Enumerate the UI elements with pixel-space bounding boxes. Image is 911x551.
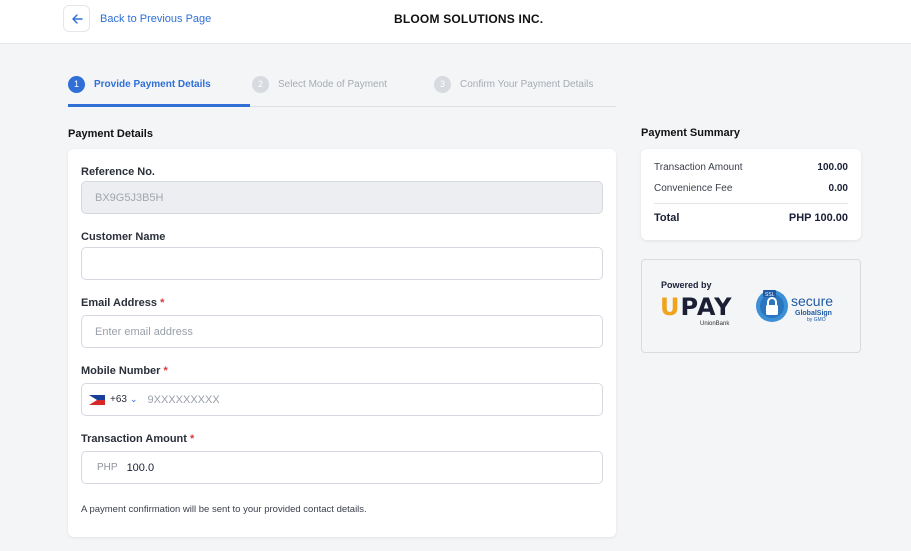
summary-value: 100.00: [817, 162, 848, 173]
email-label-text: Email Address: [81, 297, 158, 309]
total-label: Total: [654, 212, 680, 224]
step-number: 2: [252, 75, 269, 93]
reference-value: BX9G5J3B5H: [95, 191, 164, 204]
upay-logo: UPAY: [660, 293, 733, 321]
globalsign-secure-badge: SSL secure GlobalSign by GMO: [755, 288, 850, 324]
back-button[interactable]: [63, 5, 90, 32]
payment-summary-title: Payment Summary: [641, 127, 741, 139]
confirmation-note: A payment confirmation will be sent to y…: [81, 504, 367, 515]
svg-text:secure: secure: [791, 293, 833, 309]
svg-text:by GMO: by GMO: [807, 317, 826, 323]
top-bar: Back to Previous Page BLOOM SOLUTIONS IN…: [0, 0, 911, 44]
mobile-placeholder: 9XXXXXXXXX: [147, 393, 220, 406]
customer-name-input[interactable]: [81, 247, 603, 280]
payment-details-form: Reference No. BX9G5J3B5H Customer Name E…: [68, 149, 616, 537]
back-link[interactable]: Back to Previous Page: [100, 13, 211, 25]
step-label: Provide Payment Details: [94, 78, 211, 90]
customer-name-label: Customer Name: [81, 231, 166, 243]
summary-label: Transaction Amount: [654, 162, 743, 173]
powered-by-card: Powered by UPAY UnionBank SSL secure Glo…: [641, 259, 861, 353]
mobile-input[interactable]: +63 ⌄ 9XXXXXXXXX: [81, 383, 603, 416]
email-input[interactable]: Enter email address: [81, 315, 603, 348]
summary-row-fee: Convenience Fee 0.00: [654, 183, 848, 194]
summary-label: Convenience Fee: [654, 183, 733, 194]
arrow-left-icon: [71, 13, 83, 24]
step-label: Select Mode of Payment: [278, 78, 387, 90]
required-marker: *: [163, 365, 168, 377]
step-select-mode[interactable]: 2 Select Mode of Payment: [252, 74, 387, 94]
step-number: 3: [434, 75, 451, 93]
unionbank-logo: UnionBank: [700, 321, 730, 327]
chevron-down-icon[interactable]: ⌄: [130, 394, 138, 405]
payment-details-title: Payment Details: [68, 128, 153, 140]
reference-field: BX9G5J3B5H: [81, 181, 603, 214]
email-placeholder: Enter email address: [95, 325, 193, 338]
payment-summary-card: Transaction Amount 100.00 Convenience Fe…: [641, 149, 861, 240]
philippines-flag-icon: [89, 394, 105, 405]
summary-total: Total PHP 100.00: [654, 212, 848, 224]
amount-label: Transaction Amount *: [81, 433, 194, 445]
summary-value: 0.00: [828, 183, 848, 194]
svg-text:GlobalSign: GlobalSign: [795, 310, 832, 317]
total-value: PHP 100.00: [788, 212, 848, 224]
step-confirm-details[interactable]: 3 Confirm Your Payment Details: [434, 74, 593, 94]
company-name: BLOOM SOLUTIONS INC.: [394, 12, 544, 26]
secure-lock-icon: SSL secure GlobalSign by GMO: [756, 290, 833, 323]
amount-value: 100.0: [126, 461, 155, 474]
stepper: 1 Provide Payment Details 2 Select Mode …: [68, 74, 616, 107]
amount-label-text: Transaction Amount: [81, 433, 187, 445]
mobile-label-text: Mobile Number: [81, 365, 161, 377]
country-code-select[interactable]: +63: [110, 394, 127, 405]
step-label: Confirm Your Payment Details: [460, 78, 594, 90]
amount-input[interactable]: PHP 100.0: [81, 451, 603, 484]
active-step-indicator: [68, 104, 250, 107]
mobile-label: Mobile Number *: [81, 365, 168, 377]
required-marker: *: [160, 297, 165, 309]
step-number: 1: [68, 75, 85, 93]
required-marker: *: [190, 433, 195, 445]
powered-by-label: Powered by: [661, 280, 712, 290]
svg-text:SSL: SSL: [765, 292, 775, 298]
step-provide-details[interactable]: 1 Provide Payment Details: [68, 74, 211, 94]
summary-row-transaction: Transaction Amount 100.00: [654, 162, 848, 173]
email-label: Email Address *: [81, 297, 164, 309]
currency-prefix: PHP: [97, 462, 118, 473]
summary-divider: [654, 203, 848, 204]
reference-label: Reference No.: [81, 166, 155, 178]
